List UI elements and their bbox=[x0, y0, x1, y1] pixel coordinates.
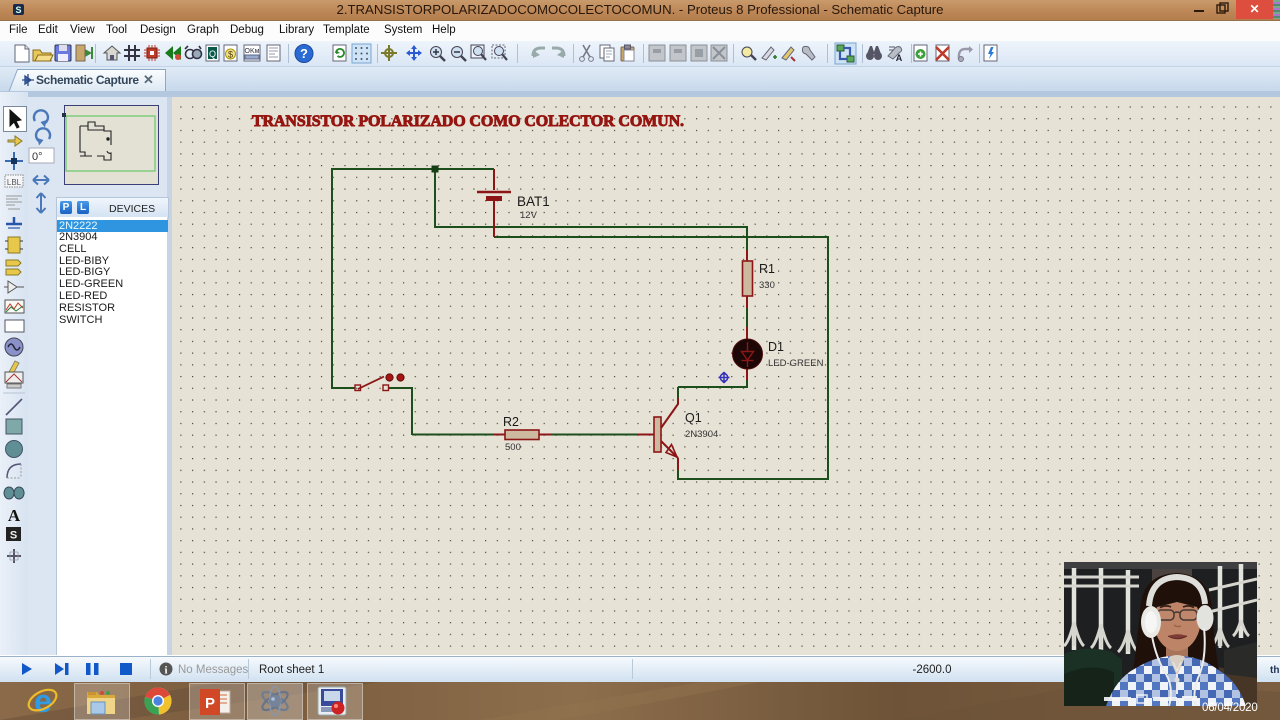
svg-text:LBL: LBL bbox=[7, 178, 22, 187]
svg-text:BAT1: BAT1 bbox=[517, 194, 550, 209]
svg-text:-2600.0: -2600.0 bbox=[912, 664, 951, 676]
svg-text:th: th bbox=[1270, 665, 1279, 676]
svg-text:0°: 0° bbox=[32, 151, 43, 163]
svg-text:500: 500 bbox=[505, 442, 521, 453]
svg-text:No Messages: No Messages bbox=[178, 664, 249, 676]
svg-text:A: A bbox=[896, 53, 903, 63]
svg-text:A: A bbox=[8, 506, 21, 525]
svg-text:?: ? bbox=[300, 46, 308, 61]
svg-text:330: 330 bbox=[759, 280, 775, 291]
svg-text:Q: Q bbox=[209, 49, 216, 59]
svg-text:i: i bbox=[164, 665, 167, 677]
svg-text:$: $ bbox=[228, 50, 233, 60]
svg-text:LED-GREEN: LED-GREEN bbox=[768, 358, 824, 369]
svg-text:R1: R1 bbox=[759, 262, 775, 276]
svg-text:Q1: Q1 bbox=[685, 411, 702, 425]
svg-text:R2: R2 bbox=[503, 415, 519, 429]
svg-text:TRANSISTOR POLARIZADO COMO COL: TRANSISTOR POLARIZADO COMO COLECTOR COMU… bbox=[252, 113, 684, 130]
svg-text:OKм: OKм bbox=[245, 48, 260, 55]
svg-text:P: P bbox=[205, 695, 215, 712]
svg-text:12V: 12V bbox=[520, 210, 538, 221]
svg-text:e: e bbox=[34, 683, 52, 719]
svg-text:S: S bbox=[10, 530, 17, 542]
svg-text:D1: D1 bbox=[768, 340, 784, 354]
svg-text:Root sheet 1: Root sheet 1 bbox=[259, 664, 324, 676]
svg-text:S: S bbox=[15, 5, 21, 15]
svg-text:2N3904: 2N3904 bbox=[685, 429, 718, 440]
